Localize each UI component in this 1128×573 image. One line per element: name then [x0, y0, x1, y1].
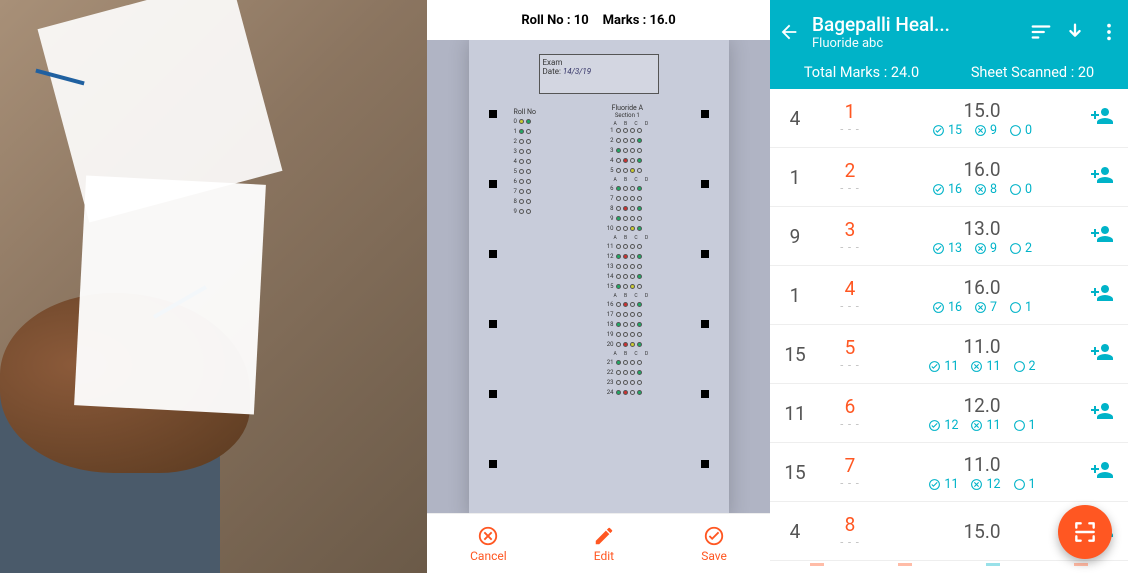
sort-button[interactable]: [1030, 21, 1052, 43]
row-index: 4- - -: [822, 277, 878, 313]
stat-correct: 11: [928, 477, 958, 492]
stat-blank: 2: [1009, 241, 1032, 256]
result-row[interactable]: 14- - -16.01671: [770, 266, 1128, 325]
appbar: Bagepalli Heal... Fluoride abc Total Mar…: [770, 0, 1128, 89]
back-button[interactable]: [778, 21, 800, 43]
save-icon: [703, 525, 725, 547]
appbar-summary: Total Marks : 24.0 Sheet Scanned : 20: [778, 58, 1120, 89]
row-marks: 13.01392: [884, 217, 1080, 256]
row-index: 8- - -: [822, 513, 878, 549]
add-user-button[interactable]: [1086, 340, 1118, 368]
bottom-nav-hint: [770, 563, 1128, 573]
down-arrow-icon: [1064, 21, 1086, 43]
cancel-icon: [477, 525, 499, 547]
edit-icon: [593, 525, 615, 547]
row-index: 7- - -: [822, 454, 878, 490]
appbar-title: Bagepalli Heal... Fluoride abc: [812, 13, 1018, 51]
row-marks: 16.01671: [884, 276, 1080, 315]
omr-datebox: Exam Date: 14/3/19: [539, 54, 659, 94]
more-vert-icon: [1098, 21, 1120, 43]
row-marks: 11.011112: [884, 335, 1080, 374]
row-left-num: 1: [774, 284, 816, 307]
more-button[interactable]: [1098, 21, 1120, 43]
total-marks: Total Marks : 24.0: [804, 64, 919, 81]
row-index: 6- - -: [822, 395, 878, 431]
stat-wrong: 7: [974, 300, 997, 315]
omr-footer: Cancel Edit Save: [427, 513, 770, 573]
result-row[interactable]: 12- - -16.01680: [770, 148, 1128, 207]
photo-panel: [0, 0, 427, 573]
sheet-scanned: Sheet Scanned : 20: [971, 64, 1094, 81]
cancel-button[interactable]: Cancel: [470, 525, 507, 563]
scan-fab[interactable]: [1058, 505, 1112, 559]
stat-wrong: 11: [970, 418, 1000, 433]
stat-correct: 13: [932, 241, 962, 256]
stat-blank: 1: [1009, 300, 1032, 315]
add-user-button[interactable]: [1086, 222, 1118, 250]
omr-answer-col: Fluoride A Section 1 A B C D 12345A B C …: [604, 104, 652, 399]
omr-image-area[interactable]: Exam Date: 14/3/19 Roll No 0 1 2 3: [427, 40, 770, 513]
stat-wrong: 11: [970, 359, 1000, 374]
row-left-num: 15: [774, 461, 816, 484]
row-left-num: 4: [774, 107, 816, 130]
add-user-button[interactable]: [1086, 281, 1118, 309]
photo-pen2: [35, 69, 84, 86]
stat-correct: 16: [932, 300, 962, 315]
add-user-button[interactable]: [1086, 163, 1118, 191]
edit-button[interactable]: Edit: [593, 525, 615, 563]
omr-panel: Roll No : 10 Marks : 16.0 Exam Date: 14/…: [427, 0, 770, 573]
photo-pen: [153, 285, 207, 318]
row-left-num: 15: [774, 343, 816, 366]
row-index: 5- - -: [822, 336, 878, 372]
row-index: 1- - -: [822, 100, 878, 136]
add-user-button[interactable]: [1086, 104, 1118, 132]
scan-icon: [1072, 519, 1098, 545]
stat-correct: 16: [932, 182, 962, 197]
add-user-button[interactable]: [1086, 399, 1118, 427]
result-row[interactable]: 157- - -11.011121: [770, 443, 1128, 502]
row-left-num: 4: [774, 520, 816, 543]
sort-icon: [1030, 21, 1052, 43]
results-panel: Bagepalli Heal... Fluoride abc Total Mar…: [770, 0, 1128, 573]
stat-correct: 15: [932, 123, 962, 138]
add-user-button[interactable]: [1086, 458, 1118, 486]
row-marks: 16.01680: [884, 158, 1080, 197]
stat-blank: 0: [1009, 182, 1032, 197]
row-left-num: 1: [774, 166, 816, 189]
result-row[interactable]: 116- - -12.012111: [770, 384, 1128, 443]
result-row[interactable]: 155- - -11.011112: [770, 325, 1128, 384]
omr-rollno-col: Roll No 0 1 2 3 4 5 6 7 8 9: [514, 108, 536, 218]
download-button[interactable]: [1064, 21, 1086, 43]
stat-wrong: 8: [974, 182, 997, 197]
marks-label: Marks : 16.0: [603, 13, 676, 28]
stat-blank: 1: [1013, 477, 1036, 492]
result-row[interactable]: 93- - -13.01392: [770, 207, 1128, 266]
stat-correct: 11: [928, 359, 958, 374]
row-left-num: 9: [774, 225, 816, 248]
roll-label: Roll No : 10: [521, 13, 588, 28]
row-index: 2- - -: [822, 159, 878, 195]
omr-header: Roll No : 10 Marks : 16.0: [427, 0, 770, 40]
stat-blank: 0: [1009, 123, 1032, 138]
result-row[interactable]: 41- - -15.01590: [770, 89, 1128, 148]
stat-correct: 12: [928, 418, 958, 433]
row-marks: 11.011121: [884, 453, 1080, 492]
stat-wrong: 12: [970, 477, 1000, 492]
save-button[interactable]: Save: [701, 525, 727, 563]
omr-sheet: Exam Date: 14/3/19 Roll No 0 1 2 3: [469, 40, 729, 513]
row-marks: 15.0: [884, 520, 1080, 543]
results-list[interactable]: 41- - -15.0159012- - -16.0168093- - -13.…: [770, 89, 1128, 573]
row-left-num: 11: [774, 402, 816, 425]
stat-blank: 1: [1013, 418, 1036, 433]
photo-arm: [0, 293, 250, 473]
stat-blank: 2: [1013, 359, 1036, 374]
row-index: 3- - -: [822, 218, 878, 254]
row-marks: 15.01590: [884, 99, 1080, 138]
back-arrow-icon: [778, 21, 800, 43]
stat-wrong: 9: [974, 241, 997, 256]
row-marks: 12.012111: [884, 394, 1080, 433]
stat-wrong: 9: [974, 123, 997, 138]
